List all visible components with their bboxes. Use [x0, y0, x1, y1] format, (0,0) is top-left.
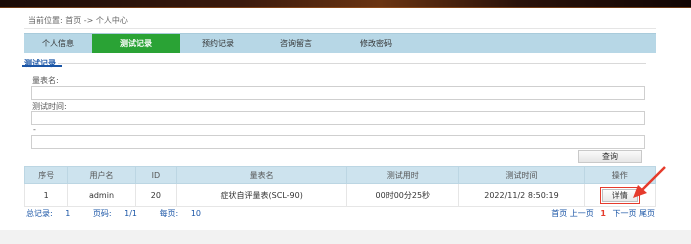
range-separator: -	[33, 125, 36, 134]
per-page-label: 每页:	[159, 209, 179, 218]
cell-scale-name: 症状自评量表(SCL-90)	[176, 183, 348, 207]
table-header-row: 序号 用户名 ID 量表名 测试用时 测试时间 操作	[23, 166, 657, 184]
header-duration: 测试用时	[346, 166, 460, 184]
header-username: 用户名	[67, 166, 136, 184]
breadcrumb: 当前位置: 首页 -> 个人中心	[28, 16, 128, 25]
last-page-link[interactable]: 尾页	[639, 209, 655, 218]
cell-duration: 00时00分25秒	[346, 183, 460, 207]
header-test-time: 测试时间	[458, 166, 585, 184]
pager-summary: 总记录: 1 页码: 1/1 每页: 10	[26, 208, 221, 219]
cell-id: 20	[134, 183, 178, 207]
header-id: ID	[134, 166, 178, 184]
pager-nav: 首页 上一页 1 下一页 尾页	[551, 208, 655, 219]
search-legend: 测试记录	[22, 58, 58, 69]
table-row: 1 admin 20 症状自评量表(SCL-90) 00时00分25秒 2022…	[23, 183, 657, 207]
current-page-number: 1	[600, 209, 606, 218]
total-count: 1	[65, 209, 71, 218]
page-value: 1/1	[124, 209, 138, 218]
divider	[24, 28, 656, 29]
next-page-link[interactable]: 下一页	[612, 209, 636, 218]
legend-underline	[22, 65, 62, 67]
query-button[interactable]: 查询	[578, 150, 642, 163]
footer-bar	[0, 230, 691, 244]
page-label: 页码:	[92, 209, 112, 218]
tab-consultation-messages[interactable]: 咨询留言	[256, 34, 336, 53]
prev-page-link[interactable]: 上一页	[570, 209, 594, 218]
scale-name-input[interactable]	[31, 86, 645, 100]
scale-name-label: 量表名:	[32, 76, 59, 85]
total-label: 总记录:	[26, 209, 53, 218]
tab-personal-info[interactable]: 个人信息	[24, 34, 92, 53]
first-page-link[interactable]: 首页	[551, 209, 567, 218]
header-index: 序号	[23, 166, 69, 184]
tab-bar: 个人信息 测试记录 预约记录 咨询留言 修改密码	[24, 33, 656, 53]
tab-test-records[interactable]: 测试记录	[92, 34, 180, 53]
top-banner-image	[0, 0, 691, 8]
end-time-input[interactable]	[31, 135, 645, 149]
per-page-value: 10	[190, 209, 201, 218]
cell-index: 1	[23, 183, 69, 207]
cell-test-time: 2022/11/2 8:50:19	[458, 183, 585, 207]
start-time-input[interactable]	[31, 111, 645, 125]
tab-appointments[interactable]: 预约记录	[180, 34, 256, 53]
header-scale-name: 量表名	[176, 166, 348, 184]
cell-username: admin	[67, 183, 136, 207]
tab-change-password[interactable]: 修改密码	[336, 34, 416, 53]
records-table: 序号 用户名 ID 量表名 测试用时 测试时间 操作 1 admin 20 症状…	[23, 166, 657, 207]
red-arrow-annotation-icon	[633, 166, 666, 198]
